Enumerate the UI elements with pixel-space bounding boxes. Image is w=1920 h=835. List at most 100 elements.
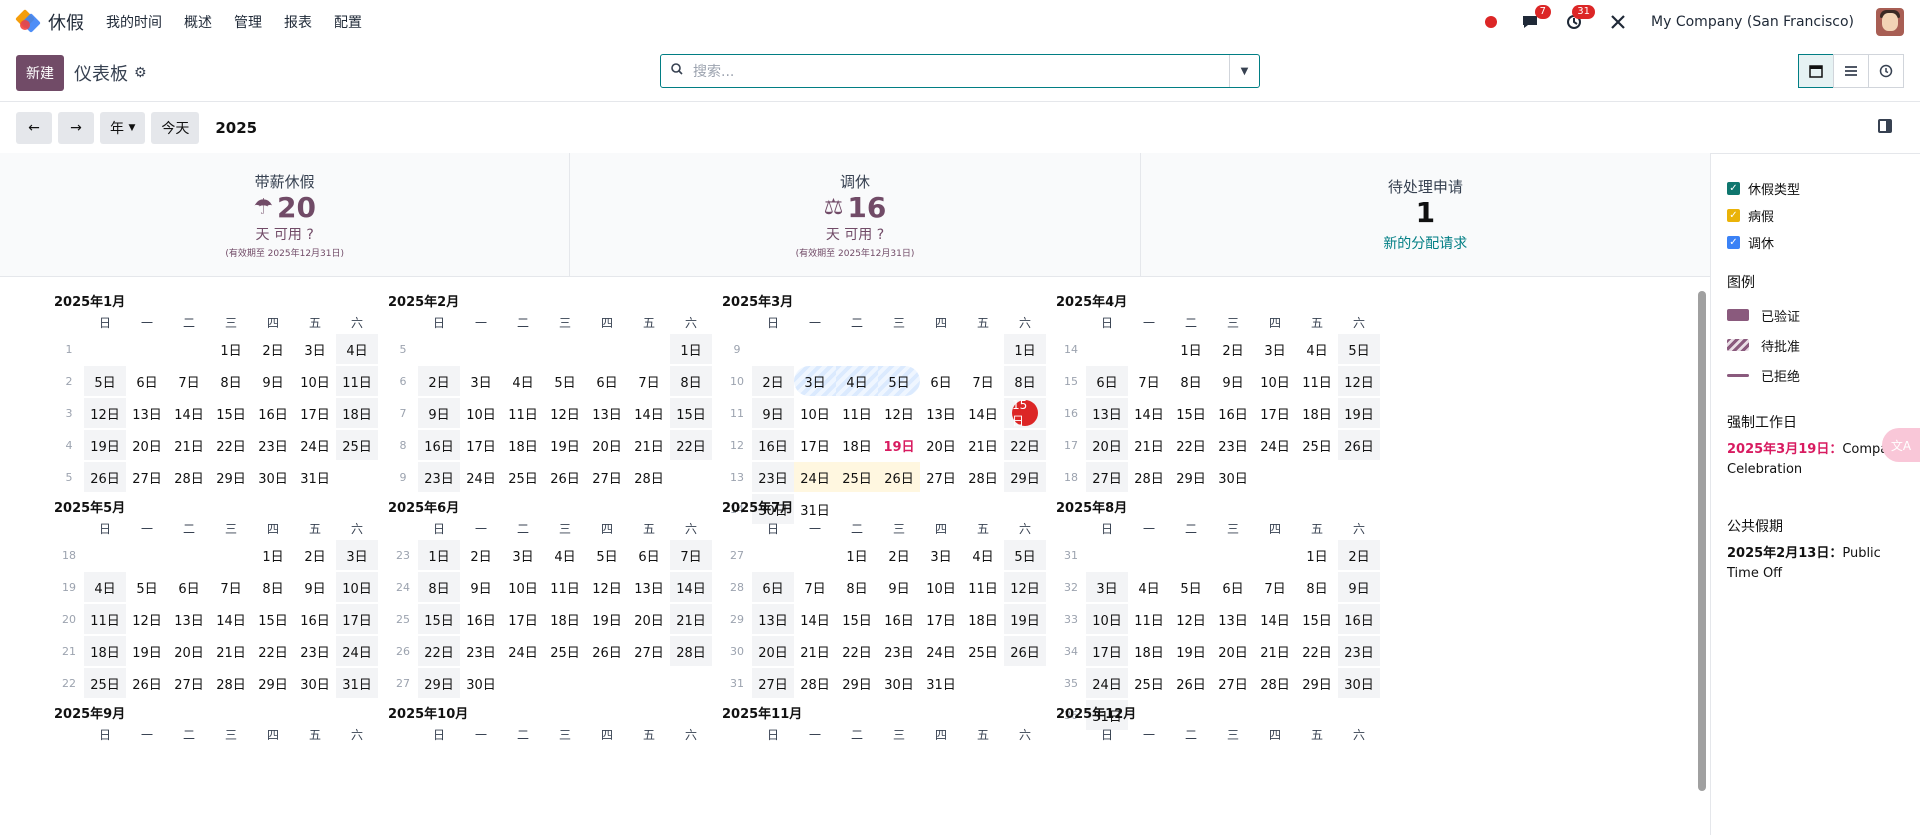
calendar-day[interactable]: 22日 bbox=[210, 430, 252, 460]
calendar-day[interactable]: 22日 bbox=[1004, 430, 1046, 460]
calendar-day[interactable]: 15日 bbox=[252, 604, 294, 634]
calendar-day[interactable]: 17日 bbox=[336, 604, 378, 634]
calendar-day[interactable]: 12日 bbox=[878, 398, 920, 428]
calendar-day[interactable]: 22日 bbox=[252, 636, 294, 666]
scrollbar[interactable] bbox=[1698, 281, 1706, 801]
activities-icon[interactable]: 31 bbox=[1563, 5, 1596, 33]
gear-icon[interactable]: ⚙ bbox=[134, 65, 147, 81]
calendar-day[interactable]: 14日 bbox=[670, 572, 712, 602]
calendar-day[interactable]: 9日 bbox=[1212, 366, 1254, 396]
messages-icon[interactable]: 7 bbox=[1519, 5, 1552, 33]
calendar-day[interactable]: 23日 bbox=[294, 636, 336, 666]
calendar-day[interactable]: 2日 bbox=[878, 540, 920, 570]
calendar-day[interactable]: 1日 bbox=[418, 540, 460, 570]
calendar-day[interactable]: 7日 bbox=[1128, 366, 1170, 396]
calendar-day[interactable]: 5日 bbox=[1170, 572, 1212, 602]
calendar-day[interactable]: 2日 bbox=[418, 366, 460, 396]
calendar-day[interactable]: 17日 bbox=[460, 430, 502, 460]
app-name[interactable]: 休假 bbox=[48, 9, 84, 35]
calendar-day[interactable]: 28日 bbox=[210, 668, 252, 698]
calendar-day[interactable]: 3日 bbox=[502, 540, 544, 570]
calendar-day[interactable]: 6日 bbox=[1086, 366, 1128, 396]
scale-dropdown[interactable]: 年 ▼ bbox=[100, 111, 146, 144]
calendar-day[interactable]: 18日 bbox=[836, 430, 878, 460]
calendar-day[interactable]: 23日 bbox=[252, 430, 294, 460]
calendar-day[interactable]: 9日 bbox=[252, 366, 294, 396]
calendar-day[interactable]: 24日 bbox=[336, 636, 378, 666]
calendar-day[interactable]: 5日 bbox=[1004, 540, 1046, 570]
calendar-day[interactable]: 3日 bbox=[460, 366, 502, 396]
calendar-day[interactable]: 17日 bbox=[1254, 398, 1296, 428]
calendar-day[interactable]: 15日 bbox=[418, 604, 460, 634]
calendar-day[interactable]: 11日 bbox=[84, 604, 126, 634]
calendar-day[interactable]: 30日 bbox=[252, 462, 294, 492]
calendar-day[interactable]: 9日 bbox=[418, 398, 460, 428]
calendar-day[interactable]: 20日 bbox=[920, 430, 962, 460]
calendar-day[interactable]: 27日 bbox=[920, 462, 962, 492]
calendar-day[interactable]: 22日 bbox=[1170, 430, 1212, 460]
list-view-button[interactable] bbox=[1833, 54, 1869, 88]
calendar-day[interactable]: 13日 bbox=[1212, 604, 1254, 634]
filter-time-off-type[interactable]: ✓ 休假类型 bbox=[1727, 175, 1906, 202]
calendar-day[interactable]: 2日 bbox=[1338, 540, 1380, 570]
calendar-day[interactable]: 6日 bbox=[168, 572, 210, 602]
calendar-day[interactable]: 27日 bbox=[586, 462, 628, 492]
calendar-day[interactable]: 23日 bbox=[752, 462, 794, 492]
calendar-day[interactable]: 1日 bbox=[210, 334, 252, 364]
calendar-day[interactable]: 11日 bbox=[544, 572, 586, 602]
calendar-day[interactable]: 26日 bbox=[84, 462, 126, 492]
calendar-day[interactable]: 16日 bbox=[752, 430, 794, 460]
calendar-day[interactable]: 28日 bbox=[168, 462, 210, 492]
calendar-day[interactable]: 4日 bbox=[962, 540, 1004, 570]
calendar-day[interactable]: 29日 bbox=[418, 668, 460, 698]
calendar-day[interactable]: 2日 bbox=[460, 540, 502, 570]
calendar-day[interactable]: 16日 bbox=[1212, 398, 1254, 428]
calendar-day[interactable]: 17日 bbox=[294, 398, 336, 428]
calendar-day[interactable]: 2日 bbox=[752, 366, 794, 396]
calendar-day[interactable]: 13日 bbox=[1086, 398, 1128, 428]
calendar-day[interactable]: 19日 bbox=[1170, 636, 1212, 666]
calendar-day[interactable]: 4日 bbox=[1296, 334, 1338, 364]
calendar-day[interactable]: 27日 bbox=[126, 462, 168, 492]
calendar-day[interactable]: 24日 bbox=[1086, 668, 1128, 698]
calendar-day[interactable]: 12日 bbox=[126, 604, 168, 634]
calendar-day[interactable]: 26日 bbox=[1004, 636, 1046, 666]
calendar-day[interactable]: 21日 bbox=[670, 604, 712, 634]
calendar-day[interactable]: 10日 bbox=[794, 398, 836, 428]
help-icon[interactable]: ? bbox=[877, 227, 884, 243]
new-allocation-request-link[interactable]: 新的分配请求 bbox=[1383, 233, 1467, 253]
calendar-day[interactable]: 20日 bbox=[586, 430, 628, 460]
calendar-day[interactable]: 14日 bbox=[628, 398, 670, 428]
calendar-day[interactable]: 22日 bbox=[418, 636, 460, 666]
calendar-day[interactable]: 20日 bbox=[1086, 430, 1128, 460]
calendar-day[interactable]: 13日 bbox=[168, 604, 210, 634]
calendar-day[interactable]: 6日 bbox=[752, 572, 794, 602]
calendar-day[interactable]: 18日 bbox=[962, 604, 1004, 634]
calendar-day[interactable]: 21日 bbox=[794, 636, 836, 666]
calendar-day[interactable]: 1日 bbox=[252, 540, 294, 570]
calendar-view-button[interactable] bbox=[1798, 54, 1834, 88]
calendar-day[interactable]: 1日 bbox=[670, 334, 712, 364]
calendar-day[interactable]: 31日 bbox=[294, 462, 336, 492]
calendar-day[interactable]: 26日 bbox=[878, 462, 920, 492]
calendar-day[interactable]: 16日 bbox=[878, 604, 920, 634]
calendar-day[interactable]: 12日 bbox=[1338, 366, 1380, 396]
calendar-day[interactable]: 6日 bbox=[1212, 572, 1254, 602]
calendar-day[interactable]: 1日 bbox=[836, 540, 878, 570]
calendar-day[interactable]: 14日 bbox=[168, 398, 210, 428]
calendar-day[interactable]: 5日 bbox=[126, 572, 168, 602]
calendar-day[interactable]: 3日 bbox=[1254, 334, 1296, 364]
calendar-day[interactable]: 8日 bbox=[1004, 366, 1046, 396]
calendar-day[interactable]: 18日 bbox=[1296, 398, 1338, 428]
calendar-day[interactable]: 21日 bbox=[1128, 430, 1170, 460]
calendar-day[interactable]: 23日 bbox=[1212, 430, 1254, 460]
calendar-day[interactable]: 28日 bbox=[794, 668, 836, 698]
calendar-day[interactable]: 25日 bbox=[544, 636, 586, 666]
calendar-day[interactable]: 13日 bbox=[586, 398, 628, 428]
new-button[interactable]: 新建 bbox=[16, 54, 64, 91]
calendar-day[interactable]: 16日 bbox=[418, 430, 460, 460]
calendar-day[interactable]: 8日 bbox=[210, 366, 252, 396]
calendar-day[interactable]: 29日 bbox=[1296, 668, 1338, 698]
calendar-day[interactable]: 6日 bbox=[628, 540, 670, 570]
checkbox-checked-icon[interactable]: ✓ bbox=[1727, 182, 1740, 195]
